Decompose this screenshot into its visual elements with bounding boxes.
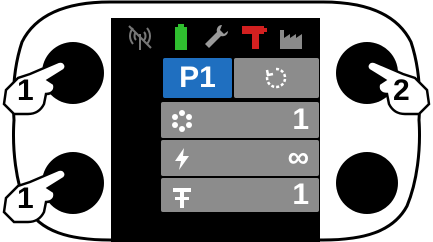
factory-icon (280, 30, 302, 49)
power-row[interactable]: ∞ (161, 140, 319, 176)
lightning-icon (175, 148, 189, 170)
power-value: ∞ (287, 141, 309, 174)
loop-icon (265, 67, 287, 89)
speed-value: 1 (292, 103, 309, 136)
pointing-hand-icon (2, 168, 67, 224)
fastener-icon (173, 188, 191, 208)
mode-indicator (234, 58, 319, 98)
tool-controller: P1 1 ∞ 1 1 1 2 (0, 0, 433, 242)
display-screen: P1 1 ∞ 1 (111, 18, 320, 242)
right-bottom-button[interactable] (336, 152, 398, 214)
battery-icon (175, 24, 187, 50)
wrench-icon (205, 25, 228, 48)
pointing-hand-icon (2, 60, 67, 116)
speed-row[interactable]: 1 (161, 102, 319, 138)
program-indicator: P1 (163, 58, 232, 98)
count-value: 1 (292, 178, 309, 211)
button-number-label: 2 (393, 74, 410, 107)
button-number-label: 1 (17, 74, 34, 107)
wireless-off-icon (128, 25, 152, 50)
drill-icon (242, 26, 267, 49)
status-bar (111, 18, 320, 58)
count-row[interactable]: 1 (161, 178, 319, 212)
button-number-label: 1 (17, 182, 34, 215)
gear-pattern-icon (172, 110, 192, 132)
